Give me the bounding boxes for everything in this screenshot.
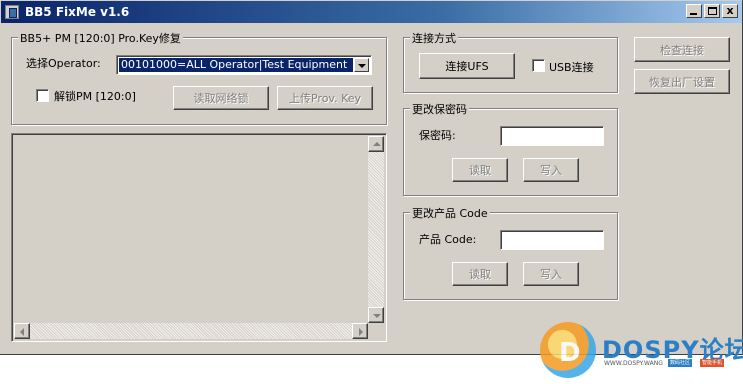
product-code-group: 更改产品 Code 产品 Code: 读取 写入 xyxy=(403,205,618,300)
watermark-url: WWW.DOSPY.WANG xyxy=(604,360,663,367)
security-write-button[interactable]: 写入 xyxy=(523,158,579,182)
scroll-left-button[interactable] xyxy=(14,323,30,339)
log-output-area[interactable] xyxy=(11,133,387,342)
watermark-tag-2: 智能手机 xyxy=(700,359,725,367)
close-button[interactable]: x xyxy=(722,4,738,18)
product-read-button[interactable]: 读取 xyxy=(452,262,508,286)
product-group-title: 更改产品 Code xyxy=(410,205,490,221)
upload-prov-key-button[interactable]: 上传Prov. Key xyxy=(277,86,373,110)
security-code-group: 更改保密码 保密码: 读取 写入 xyxy=(403,101,618,196)
maximize-button[interactable] xyxy=(704,4,720,18)
dospy-logo-icon: D xyxy=(540,322,596,378)
chevron-down-icon xyxy=(358,64,366,68)
connection-group: 连接方式 连接UFS USB连接 xyxy=(403,30,618,93)
connect-ufs-button[interactable]: 连接UFS xyxy=(419,53,515,79)
title-bar[interactable]: BB5 FixMe v1.6 x xyxy=(1,1,742,23)
read-network-lock-button[interactable]: 读取网络锁 xyxy=(173,86,269,110)
minimize-icon xyxy=(690,13,697,15)
horizontal-scrollbar[interactable] xyxy=(14,323,368,339)
product-code-label: 产品 Code: xyxy=(419,233,477,246)
usb-connect-checkbox[interactable] xyxy=(532,59,545,72)
scroll-corner xyxy=(368,323,384,339)
unlock-pm-label: 解锁PM [120:0] xyxy=(54,90,136,103)
scroll-right-button[interactable] xyxy=(352,323,368,339)
app-window: BB5 FixMe v1.6 x BB5+ PM [120:0] Pro.Key… xyxy=(0,0,743,355)
dospy-watermark: D DOSPY论坛 WWW.DOSPY.WANG 数码社区 智能手机 xyxy=(540,318,743,380)
check-connection-button[interactable]: 检查连接 xyxy=(634,37,730,62)
restore-factory-button[interactable]: 恢复出厂设置 xyxy=(634,69,730,94)
close-icon: x xyxy=(726,4,734,17)
dropdown-button[interactable] xyxy=(354,58,369,72)
maximize-icon xyxy=(708,7,717,15)
usb-connect-label: USB连接 xyxy=(549,61,594,74)
operator-selected-value: 00101000=ALL Operator|Test Equipment xyxy=(119,58,353,72)
product-write-button[interactable]: 写入 xyxy=(523,262,579,286)
minimize-button[interactable] xyxy=(686,4,702,18)
scroll-up-button[interactable] xyxy=(368,136,384,152)
security-group-title: 更改保密码 xyxy=(410,101,469,117)
unlock-pm-checkbox[interactable] xyxy=(36,89,49,102)
arrow-right-icon xyxy=(359,328,363,336)
security-read-button[interactable]: 读取 xyxy=(452,158,508,182)
pm-group-title: BB5+ PM [120:0] Pro.Key修复 xyxy=(18,30,183,46)
arrow-up-icon xyxy=(373,142,381,146)
operator-label: 选择Operator: xyxy=(26,57,101,70)
operator-select[interactable]: 00101000=ALL Operator|Test Equipment xyxy=(116,55,372,75)
pm-repair-group: BB5+ PM [120:0] Pro.Key修复 选择Operator: 00… xyxy=(11,30,387,125)
window-controls: x xyxy=(686,4,738,18)
arrow-down-icon xyxy=(373,314,381,318)
connection-group-title: 连接方式 xyxy=(410,30,458,46)
scroll-down-button[interactable] xyxy=(368,307,384,323)
product-code-input[interactable] xyxy=(500,230,604,250)
arrow-left-icon xyxy=(20,328,24,336)
vertical-scrollbar[interactable] xyxy=(368,136,384,323)
window-title: BB5 FixMe v1.6 xyxy=(25,5,130,19)
security-code-input[interactable] xyxy=(500,126,604,146)
security-code-label: 保密码: xyxy=(419,129,456,142)
watermark-tag-1: 数码社区 xyxy=(668,359,693,367)
app-icon xyxy=(5,5,19,19)
